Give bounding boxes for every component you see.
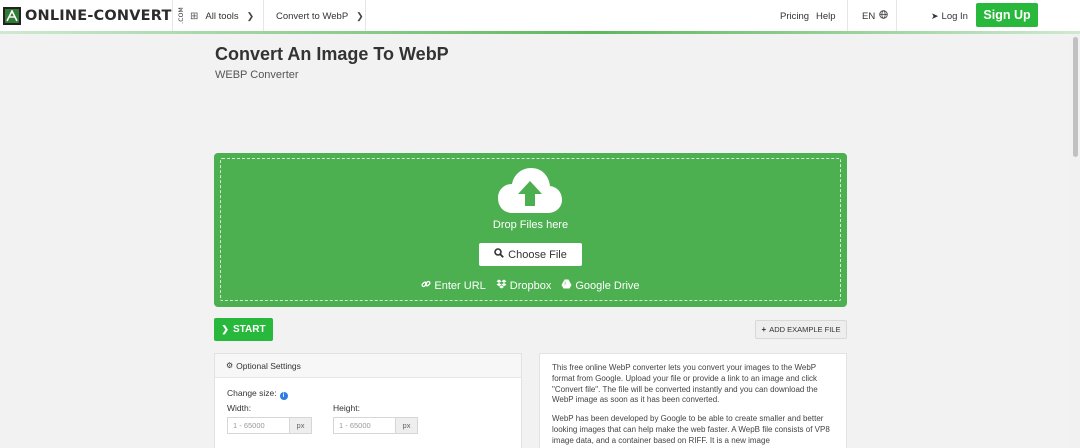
description-paragraph: WebP has been developed by Google to be … (552, 414, 830, 445)
all-tools-label: All tools (205, 10, 239, 22)
login-label: Log In (941, 10, 968, 22)
change-size-text: Change size: (227, 388, 277, 398)
google-drive-icon (561, 279, 572, 292)
site-logo[interactable]: ONLINE-CONVERT .COM (3, 6, 189, 26)
globe-icon (879, 10, 888, 22)
height-unit: px (395, 417, 418, 434)
description-paragraph: This free online WebP converter lets you… (552, 363, 818, 405)
signup-label: Sign Up (983, 8, 1031, 22)
dropbox-label: Dropbox (509, 279, 552, 292)
language-selector[interactable]: EN (862, 0, 888, 32)
width-input[interactable] (227, 417, 289, 434)
chevron-down-icon: ❯ (356, 10, 364, 21)
enter-url-label: Enter URL (434, 279, 486, 292)
enter-url-link[interactable]: Enter URL (421, 279, 486, 292)
cloud-upload-icon (498, 168, 562, 213)
upload-sources: Enter URL Dropbox Google Drive (214, 279, 847, 292)
plus-icon: + (761, 325, 767, 334)
login-link[interactable]: ➤ Log In (931, 0, 968, 32)
google-drive-label: Google Drive (575, 279, 640, 292)
page-scrollbar[interactable] (1071, 34, 1080, 448)
height-input[interactable] (333, 417, 395, 434)
header-divider (172, 0, 173, 32)
width-unit: px (289, 417, 312, 434)
convert-to-label: Convert to WebP (276, 10, 349, 22)
add-example-file-button[interactable]: + ADD EXAMPLE FILE (755, 320, 847, 339)
optional-settings-title: Optional Settings (236, 360, 301, 371)
header-divider (263, 0, 264, 32)
search-icon (494, 248, 504, 261)
header-divider (365, 0, 366, 32)
choose-file-label: Choose File (508, 248, 567, 261)
info-icon[interactable]: i (279, 392, 288, 400)
language-label: EN (862, 10, 876, 22)
height-field: px (333, 417, 418, 434)
grid-icon: ⊞ (190, 10, 199, 22)
optional-settings-panel: ⚙ Optional Settings Change size: i Width:… (214, 353, 522, 448)
gear-icon: ⚙ (226, 361, 234, 370)
help-link[interactable]: Help (816, 0, 836, 32)
chevron-down-icon: ❯ (246, 10, 255, 21)
optional-settings-header[interactable]: ⚙ Optional Settings (215, 354, 521, 378)
drop-files-text: Drop Files here (492, 219, 569, 231)
start-label: START (232, 324, 266, 335)
google-drive-link[interactable]: Google Drive (561, 279, 640, 292)
convert-to-menu[interactable]: Convert to WebP ❯ (276, 0, 364, 32)
converter-description: This free online WebP converter lets you… (539, 353, 847, 448)
help-label: Help (816, 10, 836, 22)
change-size-label: Change size: i (227, 388, 288, 400)
top-header: ONLINE-CONVERT .COM ⊞ All tools ❯ Convert… (0, 0, 1080, 34)
all-tools-menu[interactable]: ⊞ All tools ❯ (190, 0, 254, 32)
chevron-right-icon: ❯ (221, 324, 229, 334)
height-label: Height: (333, 403, 360, 413)
pricing-label: Pricing (780, 10, 810, 22)
pricing-link[interactable]: Pricing (780, 0, 809, 32)
dropbox-link[interactable]: Dropbox (496, 279, 552, 292)
page-title: Convert An Image To WebP (215, 44, 449, 64)
header-divider (847, 0, 848, 32)
add-example-label: ADD EXAMPLE FILE (769, 325, 841, 334)
signup-button[interactable]: Sign Up (976, 3, 1038, 27)
header-accent-bar (0, 31, 1080, 34)
header-divider (896, 0, 897, 32)
logo-mark-icon (3, 7, 21, 25)
dropbox-icon (496, 279, 507, 292)
link-icon (421, 279, 431, 292)
width-label: Width: (227, 403, 252, 413)
sign-in-icon: ➤ (931, 10, 939, 21)
choose-file-button[interactable]: Choose File (479, 243, 582, 266)
scrollbar-thumb[interactable] (1073, 37, 1078, 157)
page-subtitle: WEBP Converter (215, 69, 299, 81)
width-field: px (227, 417, 312, 434)
file-drop-zone[interactable]: Drop Files here Choose File Enter URL Dr… (214, 153, 847, 307)
logo-wordmark: ONLINE-CONVERT .COM (25, 7, 185, 24)
start-button[interactable]: ❯ START (214, 318, 273, 341)
